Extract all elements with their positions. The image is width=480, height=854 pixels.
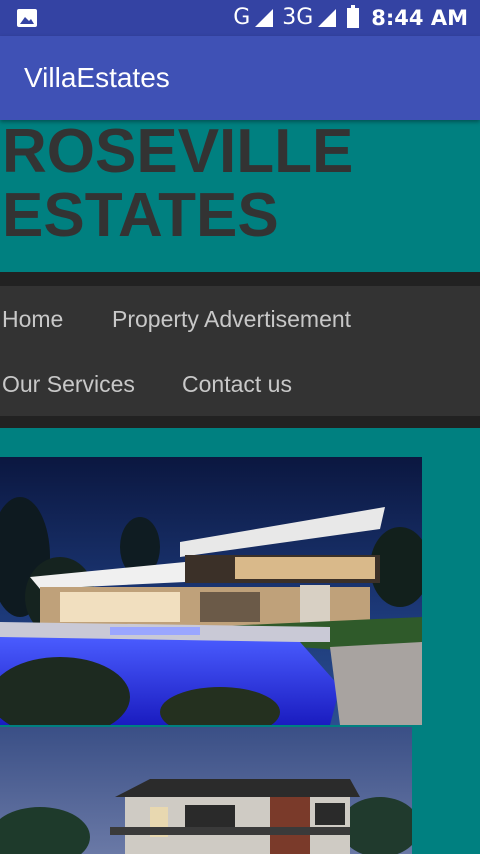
nav-link-contact-us[interactable]: Contact us [182, 369, 292, 399]
site-title-line-1: ROSEVILLE [2, 117, 354, 186]
site-title: ROSEVILLE ESTATES [2, 120, 472, 248]
network-type-g: G [233, 5, 251, 30]
nav-link-our-services[interactable]: Our Services [2, 369, 135, 399]
clock: 8:44 AM [371, 6, 468, 30]
signal-strength-icon-2 [318, 9, 337, 27]
villa-photo-1 [0, 457, 422, 725]
two-storey-house-dusk-photo [0, 727, 412, 854]
network-type-3g: 3G [282, 5, 314, 30]
battery-icon [347, 5, 360, 28]
image-notification-icon [17, 9, 37, 27]
main-nav: Home Property Advertisement Our Services… [0, 286, 480, 416]
signal-strength-icon [255, 9, 274, 27]
site-title-line-2: ESTATES [2, 181, 279, 250]
app-title: VillaEstates [24, 62, 170, 93]
nav-link-home[interactable]: Home [2, 304, 63, 334]
villa-photo-2 [0, 727, 412, 854]
status-bar: G 3G 8:44 AM [0, 0, 480, 36]
app-bar: VillaEstates [0, 36, 480, 120]
nav-link-property-advertisement[interactable]: Property Advertisement [112, 304, 351, 334]
modern-villa-pool-photo [0, 457, 422, 725]
status-icons: G 3G 8:44 AM [233, 4, 468, 32]
